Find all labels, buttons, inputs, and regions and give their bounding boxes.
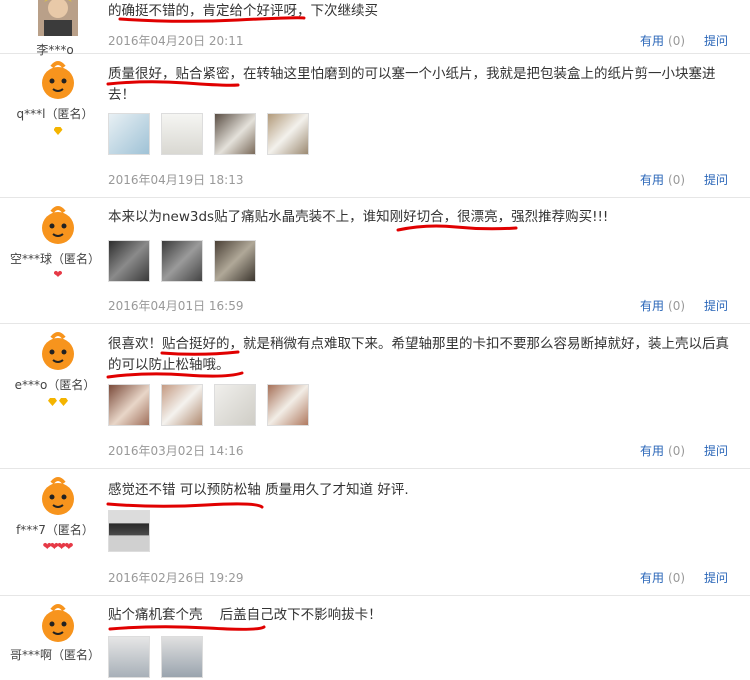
review-date: 2016年02月26日 19:29 <box>108 571 244 585</box>
review-photo-thumb[interactable] <box>161 384 204 426</box>
review-photo-thumb[interactable] <box>267 384 310 426</box>
mascot-avatar-icon <box>38 477 78 517</box>
user-badges <box>0 127 116 138</box>
useful-count: (0) <box>668 173 686 187</box>
avatar[interactable] <box>38 0 78 36</box>
avatar[interactable] <box>38 206 78 246</box>
review-photo-thumb[interactable] <box>161 240 204 282</box>
username: q***l（匿名） <box>16 107 94 121</box>
user-badges: ❤ <box>0 268 116 281</box>
useful-button[interactable]: 有用 (0) <box>640 171 685 188</box>
username: 空***球（匿名） <box>9 252 100 266</box>
avatar[interactable] <box>38 61 78 101</box>
useful-button[interactable]: 有用 (0) <box>640 297 685 314</box>
review-photo-thumb[interactable] <box>214 240 257 282</box>
review-photo-thumb[interactable] <box>108 510 150 552</box>
review-photo-thumb[interactable] <box>214 113 257 155</box>
review-text: 本来以为new3ds贴了痛贴水晶壳装不上，谁知刚好切合，很漂亮，强烈推荐购买!!… <box>108 209 609 225</box>
useful-count: (0) <box>668 571 686 585</box>
mascot-avatar-icon <box>38 61 78 101</box>
review-item: e***o（匿名） 很喜欢！贴合挺好的，就是稍微有点难取下来。希望轴那里的卡扣不… <box>0 324 750 469</box>
useful-label: 有用 <box>640 34 665 48</box>
review-item: q***l（匿名） 质量很好，贴合紧密，在转轴这里怕磨到的可以塞一个小纸片，我就… <box>0 53 750 198</box>
diamond-badge-icon <box>53 127 63 135</box>
review-photos <box>108 636 209 680</box>
avatar[interactable] <box>38 332 78 372</box>
review-date: 2016年04月19日 18:13 <box>108 173 244 187</box>
review-photo-thumb[interactable] <box>108 636 150 678</box>
review-text: 的确挺不错的，肯定给个好评呀，下次继续买 <box>108 3 378 19</box>
mascot-avatar-icon <box>38 604 78 644</box>
mascot-avatar-icon <box>38 206 78 246</box>
diamond-badge-icon <box>48 398 57 406</box>
review-photo-thumb[interactable] <box>108 384 150 426</box>
review-photos <box>108 510 156 554</box>
review-date: 2016年03月02日 14:16 <box>108 444 244 458</box>
review-photos <box>108 113 315 157</box>
review-date: 2016年04月20日 20:11 <box>108 34 244 48</box>
review-text: 很喜欢！贴合挺好的，就是稍微有点难取下来。希望轴那里的卡扣不要那么容易断掉就好，… <box>108 336 729 373</box>
review-item: 空***球（匿名） ❤ 本来以为new3ds贴了痛贴水晶壳装不上，谁知刚好切合，… <box>0 198 750 324</box>
review-item: 哥***啊（匿名） 贴个痛机套个壳 后盖自己改下不影响拔卡！ <box>0 596 750 678</box>
avatar[interactable] <box>38 477 78 517</box>
review-photos <box>108 240 262 284</box>
heart-badge-icon: ❤ <box>64 540 74 553</box>
ask-button[interactable]: 提问 <box>704 171 728 188</box>
user-photo-icon <box>38 0 78 36</box>
useful-label: 有用 <box>640 173 665 187</box>
review-photo-thumb[interactable] <box>161 636 204 678</box>
useful-button[interactable]: 有用 (0) <box>640 569 685 586</box>
heart-badge-icon: ❤ <box>53 268 63 281</box>
ask-button[interactable]: 提问 <box>704 32 728 49</box>
user-badges: ❤❤❤❤ <box>0 540 116 553</box>
username: f***7（匿名） <box>16 523 94 537</box>
review-photo-thumb[interactable] <box>108 240 150 282</box>
review-text: 贴个痛机套个壳 后盖自己改下不影响拔卡！ <box>108 607 382 623</box>
useful-button[interactable]: 有用 (0) <box>640 442 685 459</box>
username: 哥***啊（匿名） <box>9 648 100 662</box>
username: e***o（匿名） <box>14 378 96 392</box>
ask-button[interactable]: 提问 <box>704 442 728 459</box>
ask-button[interactable]: 提问 <box>704 297 728 314</box>
review-text: 感觉还不错 可以预防松轴 质量用久了才知道 好评. <box>108 482 409 498</box>
mascot-avatar-icon <box>38 332 78 372</box>
avatar[interactable] <box>38 604 78 644</box>
useful-count: (0) <box>668 444 686 458</box>
review-date: 2016年04月01日 16:59 <box>108 299 244 313</box>
review-photo-thumb[interactable] <box>214 384 257 426</box>
useful-count: (0) <box>668 34 686 48</box>
useful-label: 有用 <box>640 444 665 458</box>
review-photo-thumb[interactable] <box>267 113 310 155</box>
ask-button[interactable]: 提问 <box>704 569 728 586</box>
review-photo-thumb[interactable] <box>108 113 150 155</box>
review-item: 李***o 的确挺不错的，肯定给个好评呀，下次继续买 2016年04月20日 2… <box>0 0 750 57</box>
review-text: 质量很好，贴合紧密，在转轴这里怕磨到的可以塞一个小纸片，我就是把包装盒上的纸片剪… <box>108 66 716 103</box>
review-item: f***7（匿名） ❤❤❤❤ 感觉还不错 可以预防松轴 质量用久了才知道 好评.… <box>0 469 750 596</box>
review-photo-thumb[interactable] <box>161 113 204 155</box>
useful-count: (0) <box>668 299 686 313</box>
useful-label: 有用 <box>640 571 665 585</box>
user-badges <box>0 398 116 409</box>
useful-label: 有用 <box>640 299 665 313</box>
review-photos <box>108 384 315 428</box>
diamond-badge-icon <box>59 398 68 406</box>
useful-button[interactable]: 有用 (0) <box>640 32 685 49</box>
